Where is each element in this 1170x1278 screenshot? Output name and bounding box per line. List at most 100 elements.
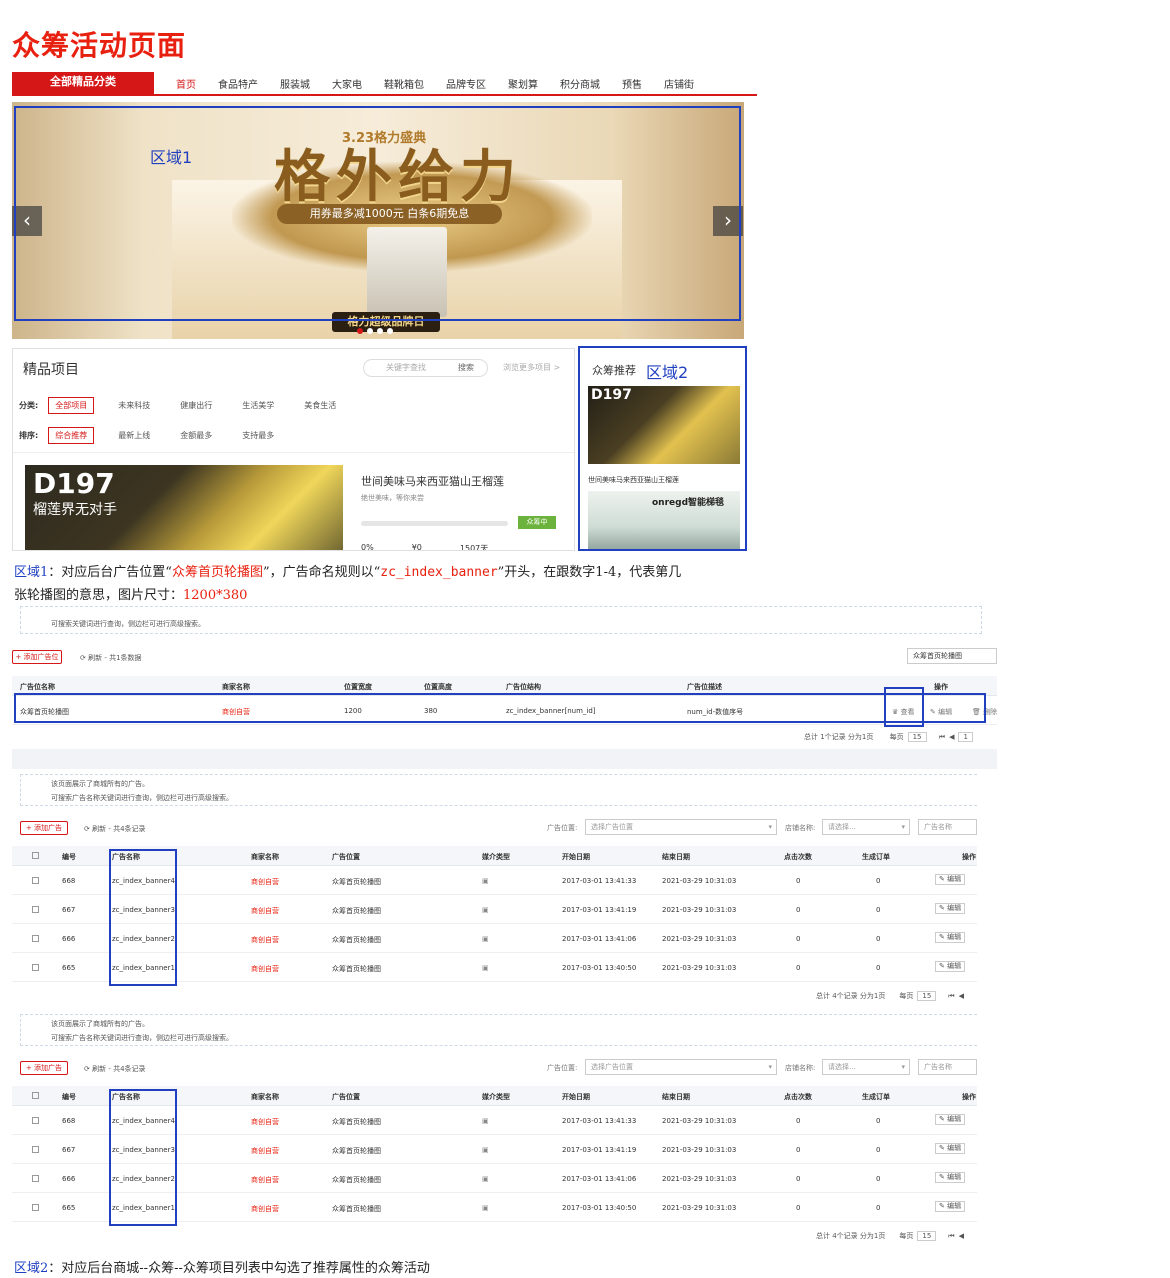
cell: 2021-03-29 10:31:03	[662, 877, 737, 885]
filter-chip[interactable]: 最新上线	[112, 428, 156, 443]
prev-page-icon[interactable]: ◀	[959, 1232, 964, 1240]
nav-item[interactable]: 店铺街	[664, 76, 694, 91]
prev-page-icon[interactable]: ◀	[949, 733, 954, 741]
edit-button[interactable]: ✎ 编辑	[935, 1143, 966, 1154]
shop-select[interactable]: 请选择... ▾	[822, 819, 910, 835]
per-page-label: 每页	[899, 992, 914, 1000]
shop-select-value: 请选择...	[828, 1063, 856, 1071]
column-header: 操作	[962, 1093, 976, 1101]
edit-button[interactable]: ✎ 编辑	[935, 1114, 966, 1125]
nav-item[interactable]: 服装城	[280, 76, 310, 91]
row-checkbox[interactable]	[32, 964, 39, 971]
row-checkbox[interactable]	[32, 877, 39, 884]
edit-button[interactable]: ✎ 编辑	[935, 932, 966, 943]
more-projects-link[interactable]: 浏览更多项目 >	[503, 362, 560, 373]
note-highlight: 众筹首页轮播图	[171, 565, 263, 580]
carousel-dot[interactable]	[387, 328, 393, 334]
edit-button[interactable]: ✎ 编辑	[935, 1172, 966, 1183]
image-icon: ▣	[482, 964, 489, 972]
edit-button[interactable]: ✎ 编辑	[935, 961, 966, 972]
edit-button[interactable]: ✎ 编辑	[935, 903, 966, 914]
cell: 2021-03-29 10:31:03	[662, 1175, 737, 1183]
carousel-dot[interactable]	[377, 328, 383, 334]
cell: 2017-03-01 13:41:19	[562, 906, 637, 914]
highlight-view-box	[884, 687, 924, 727]
nav-item[interactable]: 品牌专区	[446, 76, 486, 91]
first-page-icon[interactable]: ⏮	[939, 733, 945, 741]
search-input[interactable]: 众筹首页轮播图	[907, 648, 997, 664]
refresh-button[interactable]: ⟳ 刷新 - 共4条记录	[84, 824, 146, 834]
cell: 0	[876, 1117, 881, 1125]
product-stats: 0% ¥0 1507天	[361, 543, 489, 551]
nav-item[interactable]: 大家电	[332, 76, 362, 91]
ad-list-admin: 该页面展示了商城所有的广告。 可搜索广告名称关键词进行查询，侧边栏可进行高级搜索。…	[12, 1014, 977, 1246]
nav-item[interactable]: 积分商城	[560, 76, 600, 91]
nav-item[interactable]: 预售	[622, 76, 642, 91]
nav-item[interactable]: 聚划算	[508, 76, 538, 91]
add-ad-button[interactable]: + 添加广告	[20, 821, 68, 835]
ad-name-input[interactable]: 广告名称	[918, 1059, 977, 1075]
filter-chip[interactable]: 未来科技	[112, 398, 156, 413]
filter-chip[interactable]: 综合推荐	[48, 427, 95, 444]
page-select[interactable]: 1	[958, 732, 973, 742]
cell: 商创自营	[251, 878, 279, 886]
ad-name-input[interactable]: 广告名称	[918, 819, 977, 835]
chevron-down-icon: ▾	[901, 1063, 905, 1071]
filter-chip[interactable]: 健康出行	[174, 398, 218, 413]
row-checkbox[interactable]	[32, 1117, 39, 1124]
position-select[interactable]: 选择广告位置 ▾	[585, 819, 777, 835]
edit-button[interactable]: ✎ 编辑	[935, 874, 966, 885]
per-page-input[interactable]: 15	[917, 1231, 937, 1241]
filter-chip[interactable]: 金额最多	[174, 428, 218, 443]
status-badge: 众筹中	[518, 516, 556, 529]
cell: 商创自营	[251, 936, 279, 944]
row-checkbox[interactable]	[32, 1146, 39, 1153]
edit-icon: ✎	[939, 1202, 948, 1210]
carousel-dot[interactable]	[367, 328, 373, 334]
nav-item[interactable]: 鞋靴箱包	[384, 76, 424, 91]
edit-icon: ✎	[939, 1115, 948, 1123]
edit-button[interactable]: ✎ 编辑	[935, 1201, 966, 1212]
refresh-button[interactable]: ⟳ 刷新 - 共4条记录	[84, 1064, 146, 1074]
nav-item[interactable]: 首页	[176, 76, 196, 91]
image-icon: ▣	[482, 1117, 489, 1125]
filter-chip[interactable]: 生活美学	[236, 398, 280, 413]
first-page-icon[interactable]: ⏮	[948, 992, 954, 1000]
product-image[interactable]: D197 榴莲界无对手	[25, 465, 343, 550]
nav-item[interactable]: 食品特产	[218, 76, 258, 91]
cell: 2021-03-29 10:31:03	[662, 906, 737, 914]
all-categories-button[interactable]: 全部精品分类	[12, 72, 154, 94]
cell: 商创自营	[251, 1147, 279, 1155]
row-checkbox[interactable]	[32, 906, 39, 913]
divider	[13, 452, 574, 453]
carousel-dot[interactable]	[357, 328, 363, 334]
cell: 商创自营	[251, 965, 279, 973]
stat-value: 1507天	[459, 544, 489, 551]
per-page-input[interactable]: 15	[917, 991, 937, 1001]
row-checkbox[interactable]	[32, 1204, 39, 1211]
shop-select[interactable]: 请选择... ▾	[822, 1059, 910, 1075]
highlight-name-column-box	[109, 849, 177, 986]
prev-page-icon[interactable]: ◀	[959, 992, 964, 1000]
filter-chip[interactable]: 支持最多	[236, 428, 280, 443]
per-page-input[interactable]: 15	[907, 732, 927, 742]
add-ad-button[interactable]: + 添加广告	[20, 1061, 68, 1075]
column-header: 广告位置	[332, 1093, 360, 1101]
select-all-checkbox[interactable]	[32, 852, 39, 859]
tips-box: 可搜索关键词进行查询，侧边栏可进行高级搜索。	[20, 606, 982, 634]
add-ad-position-button[interactable]: + 添加广告位	[12, 650, 62, 664]
cell: 665	[62, 964, 76, 972]
refresh-button[interactable]: ⟳ 刷新 - 共1条数据	[80, 653, 142, 663]
edit-label: 编辑	[947, 1202, 962, 1210]
row-checkbox[interactable]	[32, 935, 39, 942]
first-page-icon[interactable]: ⏮	[948, 1232, 954, 1240]
filter-chip[interactable]: 全部项目	[48, 397, 95, 414]
search-button[interactable]: 搜索	[458, 359, 488, 377]
sort-filter: 排序: 综合推荐 最新上线 金额最多 支持最多	[19, 427, 298, 444]
cell: 众筹首页轮播图	[332, 1176, 381, 1184]
product-title[interactable]: 世间美味马来西亚猫山王榴莲	[361, 473, 504, 489]
position-select[interactable]: 选择广告位置 ▾	[585, 1059, 777, 1075]
row-checkbox[interactable]	[32, 1175, 39, 1182]
select-all-checkbox[interactable]	[32, 1092, 39, 1099]
filter-chip[interactable]: 美食生活	[298, 398, 342, 413]
